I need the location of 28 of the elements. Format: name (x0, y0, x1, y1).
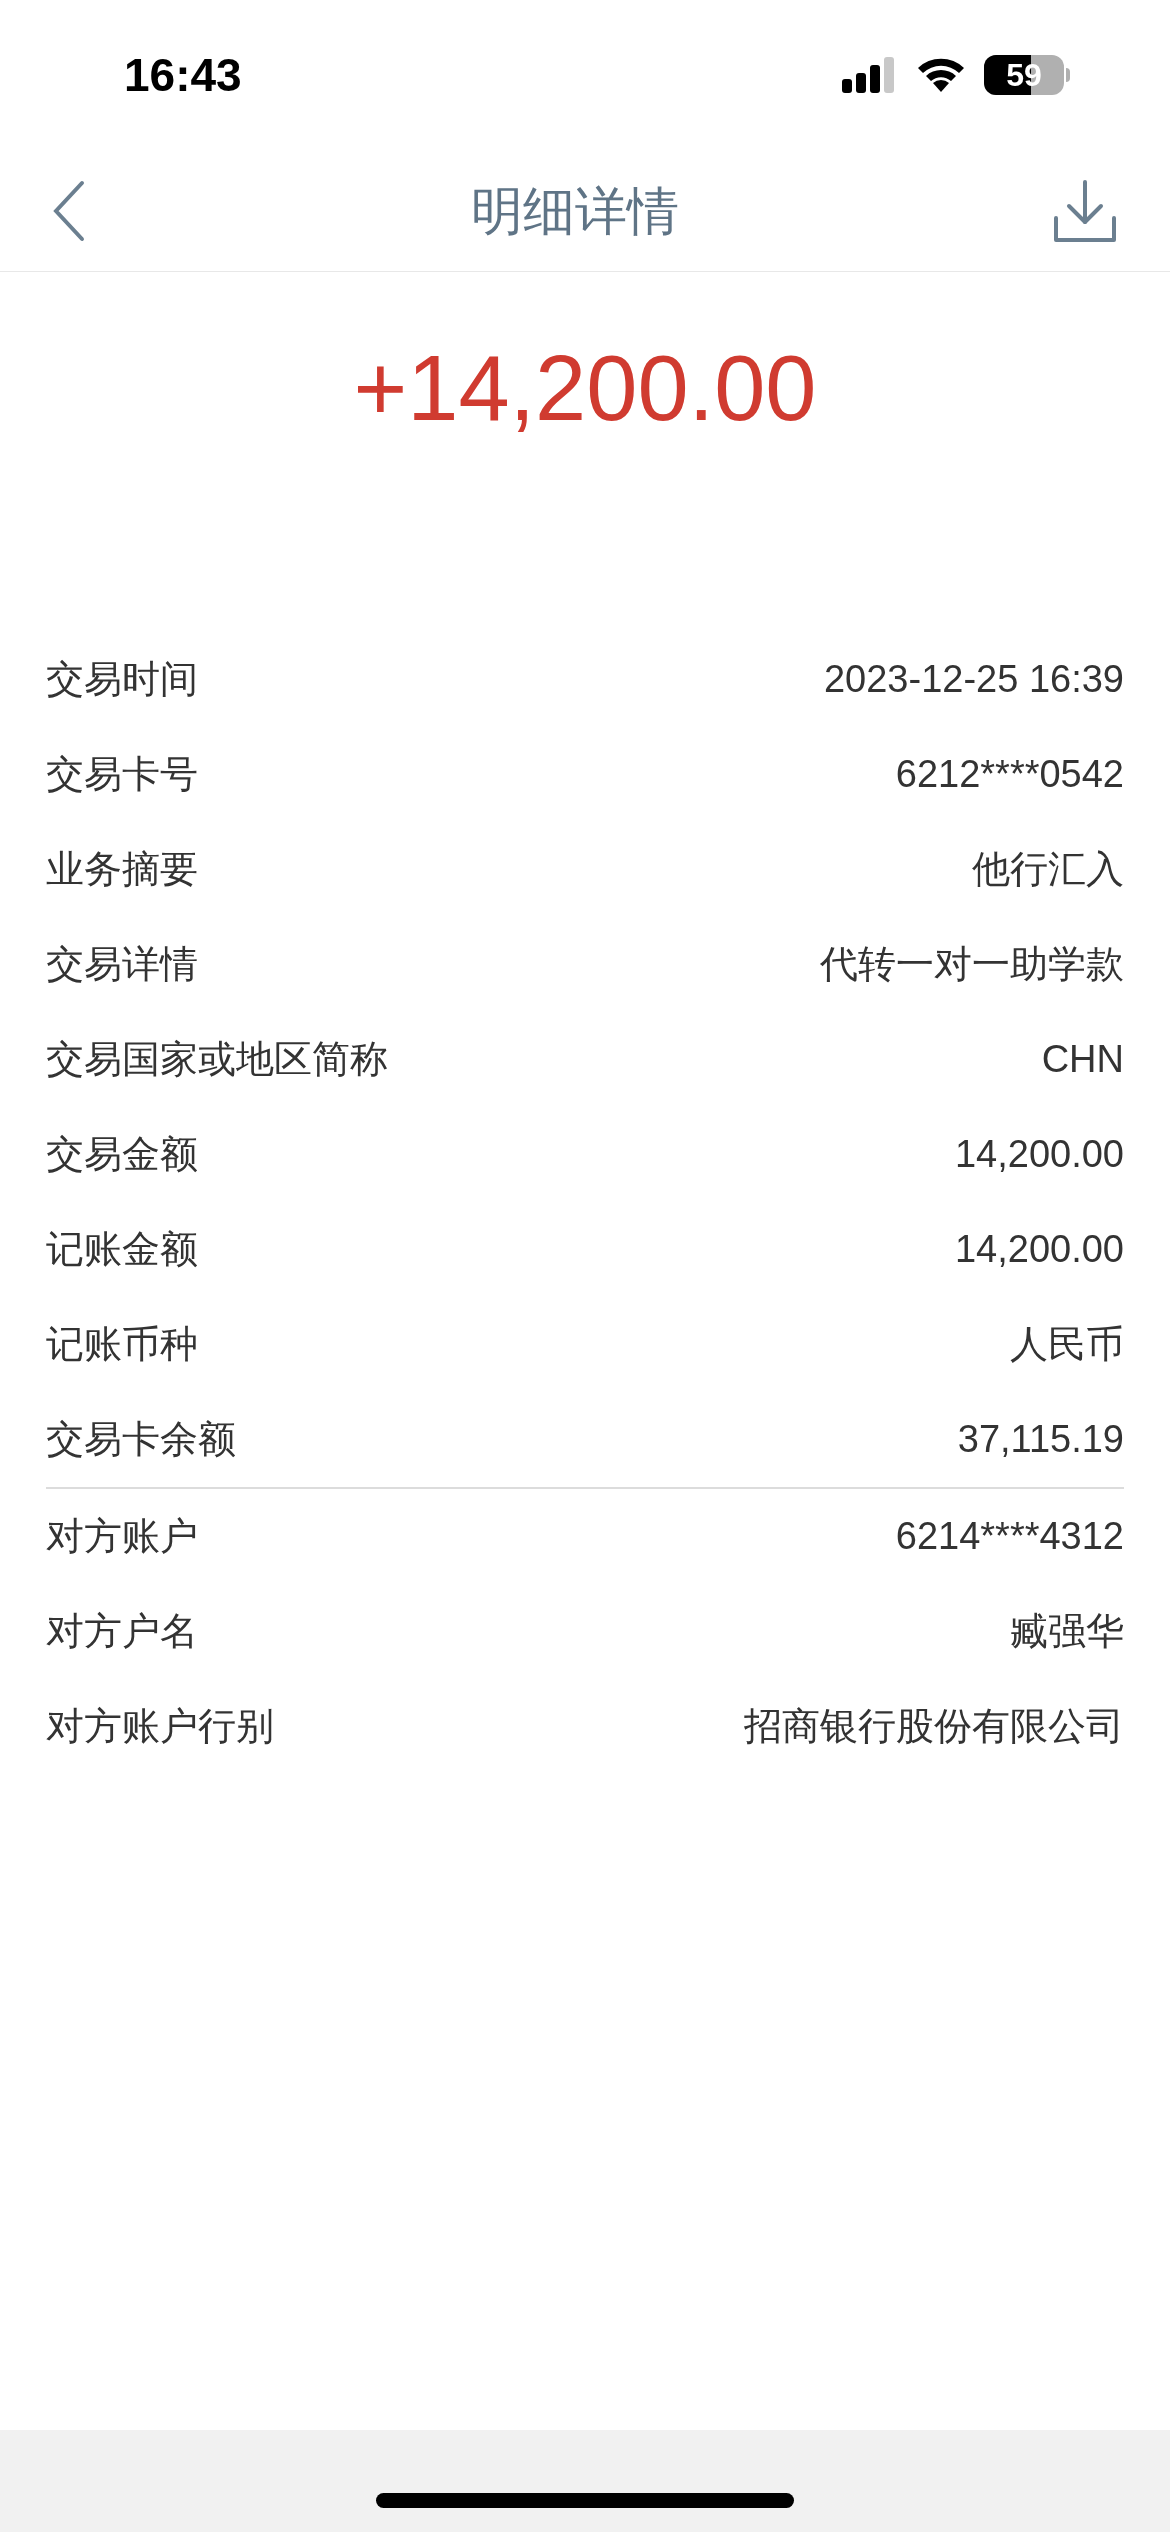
field-value: 他行汇入 (972, 847, 1124, 892)
status-time: 16:43 (124, 47, 242, 103)
field-label: 业务摘要 (46, 847, 198, 892)
field-label: 交易时间 (46, 657, 198, 702)
transaction-amount: +14,200.00 (353, 342, 817, 441)
field-value: 2023-12-25 16:39 (823, 657, 1124, 702)
field-value: CHN (1041, 1037, 1124, 1082)
field-label: 交易卡余额 (46, 1417, 236, 1462)
field-value: 37,115.19 (957, 1417, 1124, 1462)
field-value: 人民币 (1010, 1322, 1124, 1367)
field-label: 对方账户行别 (46, 1704, 274, 1749)
field-label: 交易详情 (46, 942, 198, 987)
field-label: 交易国家或地区简称 (46, 1037, 388, 1082)
field-value: 代转一对一助学款 (820, 942, 1124, 987)
field-value: 招商银行股份有限公司 (744, 1704, 1124, 1749)
field-label: 记账币种 (46, 1322, 198, 1367)
field-label: 交易金额 (46, 1132, 198, 1177)
field-value: 14,200.00 (954, 1132, 1124, 1177)
field-label: 记账金额 (46, 1227, 198, 1272)
field-value: 6212****0542 (895, 752, 1124, 797)
field-value: 14,200.00 (954, 1227, 1124, 1272)
field-label: 对方账户 (46, 1514, 198, 1559)
field-value: 6214****4312 (895, 1514, 1124, 1559)
page-title: 明细详情 (471, 180, 679, 242)
field-label: 对方户名 (46, 1609, 198, 1654)
field-label: 交易卡号 (46, 752, 198, 797)
wifi-icon (916, 56, 966, 94)
field-value: 臧强华 (1010, 1609, 1124, 1654)
